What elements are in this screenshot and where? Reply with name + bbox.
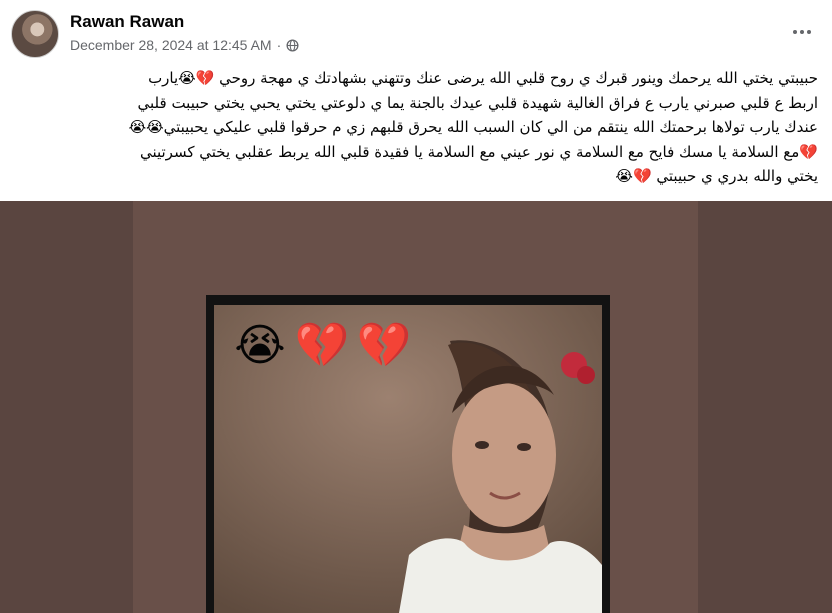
post-text-line: 💔مع السلامة يا مسك فايح مع السلامة ي نور… — [139, 142, 818, 161]
globe-icon[interactable] — [286, 38, 299, 52]
author-name[interactable]: Rawan Rawan — [70, 12, 184, 32]
broken-heart-icon: 💔 — [294, 320, 350, 371]
post-text-line: يختي والله بدري ي حبيبتي 💔😭 — [615, 167, 818, 186]
post-media[interactable]: 😭 💔 💔 — [0, 201, 832, 613]
broken-heart-icon: 💔 — [356, 320, 412, 371]
crying-face-icon: 😭 — [234, 320, 286, 371]
meta-separator: · — [276, 37, 282, 53]
post-text-line: اربط ع قلبي صبرني يارب ع فراق الغالية شه… — [137, 93, 818, 112]
author-avatar[interactable] — [11, 10, 59, 58]
post-header: Rawan Rawan December 28, 2024 at 12:45 A… — [0, 0, 832, 64]
post-text-line: حبيبتي يختي الله يرحمك وينور قبرك ي روح … — [148, 69, 818, 87]
overlay-emoji-row: 😭 💔 💔 — [232, 318, 412, 374]
more-options-icon[interactable] — [786, 20, 818, 44]
post-text: حبيبتي يختي الله يرحمك وينور قبرك ي روح … — [18, 66, 818, 189]
post-text-line: عندك يارب تولاها برحمتك الله ينتقم من ال… — [128, 118, 818, 137]
post-meta: December 28, 2024 at 12:45 AM · — [70, 37, 299, 53]
post-timestamp[interactable]: December 28, 2024 at 12:45 AM — [70, 37, 272, 53]
